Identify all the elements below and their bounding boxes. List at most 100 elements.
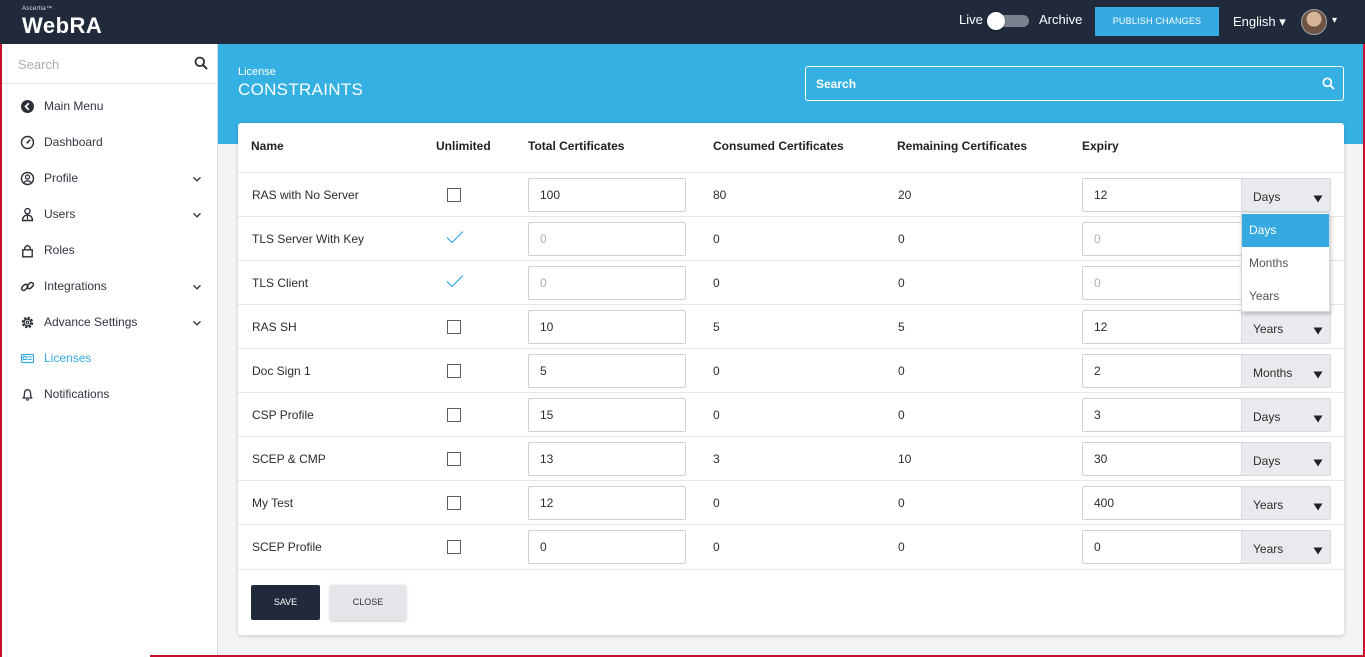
license-name: TLS Server With Key [252, 232, 365, 246]
expiry-unit-select[interactable]: Days [1241, 442, 1331, 476]
expiry-unit-label: Days [1253, 410, 1281, 424]
consumed-certificates: 0 [713, 364, 720, 378]
top-bar: Ascertia™ WebRA Live Archive PUBLISH CHA… [0, 0, 1365, 44]
page-title: CONSTRAINTS [238, 80, 364, 99]
license-name: Doc Sign 1 [252, 364, 311, 378]
column-header-name: Name [251, 139, 284, 153]
remaining-certificates: 0 [898, 496, 905, 510]
consumed-certificates: 3 [713, 452, 720, 466]
user-avatar[interactable] [1301, 9, 1327, 35]
live-archive-toggle[interactable] [987, 12, 1029, 30]
sidebar-item-label: Integrations [44, 279, 107, 293]
expiry-unit-label: Years [1253, 542, 1284, 556]
unlimited-checkbox[interactable] [447, 540, 461, 554]
save-button[interactable]: SAVE [251, 585, 320, 620]
sidebar-item-users[interactable]: Users [2, 196, 218, 232]
search-icon[interactable] [194, 56, 208, 70]
expiry-input[interactable] [1082, 442, 1242, 476]
unlimited-check-icon[interactable] [445, 229, 465, 245]
language-selector[interactable]: English ▾ [1233, 14, 1286, 30]
expiry-unit-select[interactable]: Years [1241, 310, 1331, 344]
sidebar-item-dashboard[interactable]: Dashboard [2, 124, 218, 160]
expiry-input[interactable] [1082, 530, 1242, 564]
license-constraints-card: Name Unlimited Total Certificates Consumed … [238, 123, 1344, 635]
sidebar-item-licenses[interactable]: Licenses [2, 340, 218, 376]
expiry-unit-select[interactable]: Months [1241, 354, 1331, 388]
total-certificates-input[interactable] [528, 354, 686, 388]
toggle-knob [987, 12, 1005, 30]
close-button[interactable]: CLOSE [330, 585, 406, 620]
unlimited-check-icon[interactable] [445, 273, 465, 289]
expiry-input[interactable] [1082, 354, 1242, 388]
column-header-expiry: Expiry [1082, 139, 1119, 153]
sidebar-item-label: Main Menu [44, 99, 104, 113]
footer-divider [238, 569, 1344, 570]
brand-logo[interactable]: Ascertia™ WebRA [22, 6, 102, 38]
license-card-icon [20, 351, 35, 366]
sidebar-item-profile[interactable]: Profile [2, 160, 218, 196]
unlimited-checkbox[interactable] [447, 452, 461, 466]
expiry-unit-select[interactable]: Days [1241, 178, 1331, 212]
consumed-certificates: 80 [713, 188, 727, 202]
expiry-unit-select[interactable]: Years [1241, 530, 1331, 564]
dropdown-option-years[interactable]: Years [1242, 280, 1329, 313]
sidebar-search [2, 44, 218, 84]
chevron-down-icon[interactable] [191, 316, 203, 328]
unlimited-checkbox[interactable] [447, 320, 461, 334]
column-header-remaining-certificates: Remaining Certificates [897, 139, 1028, 153]
total-certificates-input[interactable] [528, 442, 686, 476]
expiry-input[interactable] [1082, 398, 1242, 432]
dropdown-option-days[interactable]: Days [1242, 214, 1329, 247]
expiry-unit-select[interactable]: Years [1241, 486, 1331, 520]
unlimited-checkbox[interactable] [447, 188, 461, 202]
search-icon[interactable] [1322, 77, 1335, 90]
sidebar-search-input[interactable] [18, 54, 188, 74]
caret-down-icon [1313, 190, 1323, 203]
unlimited-checkbox[interactable] [447, 364, 461, 378]
unlimited-checkbox[interactable] [447, 496, 461, 510]
expiry-input[interactable] [1082, 222, 1242, 256]
link-icon [20, 279, 35, 294]
total-certificates-input[interactable] [528, 310, 686, 344]
live-label: Live [959, 12, 983, 27]
expiry-input[interactable] [1082, 486, 1242, 520]
total-certificates-input[interactable] [528, 530, 686, 564]
expiry-input[interactable] [1082, 266, 1242, 300]
sidebar-item-label: Dashboard [44, 135, 103, 149]
remaining-certificates: 10 [898, 452, 912, 466]
license-name: CSP Profile [252, 408, 314, 422]
header-search [805, 66, 1344, 101]
chevron-down-icon[interactable] [191, 208, 203, 220]
column-header-total-certificates: Total Certificates [528, 139, 625, 153]
page-subtitle: License [238, 66, 276, 78]
dropdown-option-months[interactable]: Months [1242, 247, 1329, 280]
unlimited-checkbox[interactable] [447, 408, 461, 422]
sidebar-item-notifications[interactable]: Notifications [2, 376, 218, 412]
sidebar-item-main-menu[interactable]: Main Menu [2, 88, 218, 124]
header-search-input[interactable] [816, 75, 1296, 93]
table-row: Doc Sign 1 0 0 Months [238, 348, 1344, 392]
avatar-caret-icon[interactable]: ▾ [1332, 15, 1337, 26]
license-name: TLS Client [252, 276, 309, 290]
sidebar-item-integrations[interactable]: Integrations [2, 268, 218, 304]
total-certificates-input[interactable] [528, 222, 686, 256]
column-header-unlimited: Unlimited [436, 139, 491, 153]
sidebar-item-advance-settings[interactable]: Advance Settings [2, 304, 218, 340]
gear-icon [20, 315, 35, 330]
chevron-down-icon[interactable] [191, 280, 203, 292]
expiry-unit-select[interactable]: Days [1241, 398, 1331, 432]
publish-changes-button[interactable]: PUBLISH CHANGES [1095, 7, 1219, 36]
chevron-down-icon[interactable] [191, 172, 203, 184]
table-row: RAS with No Server 80 20 Days [238, 172, 1344, 216]
total-certificates-input[interactable] [528, 398, 686, 432]
sidebar-item-roles[interactable]: Roles [2, 232, 218, 268]
expiry-input[interactable] [1082, 178, 1242, 212]
license-name: SCEP & CMP [252, 452, 326, 466]
total-certificates-input[interactable] [528, 266, 686, 300]
consumed-certificates: 0 [713, 408, 720, 422]
table-row: SCEP & CMP 3 10 Days [238, 436, 1344, 480]
sidebar-item-label: Advance Settings [44, 315, 138, 329]
total-certificates-input[interactable] [528, 486, 686, 520]
total-certificates-input[interactable] [528, 178, 686, 212]
expiry-input[interactable] [1082, 310, 1242, 344]
